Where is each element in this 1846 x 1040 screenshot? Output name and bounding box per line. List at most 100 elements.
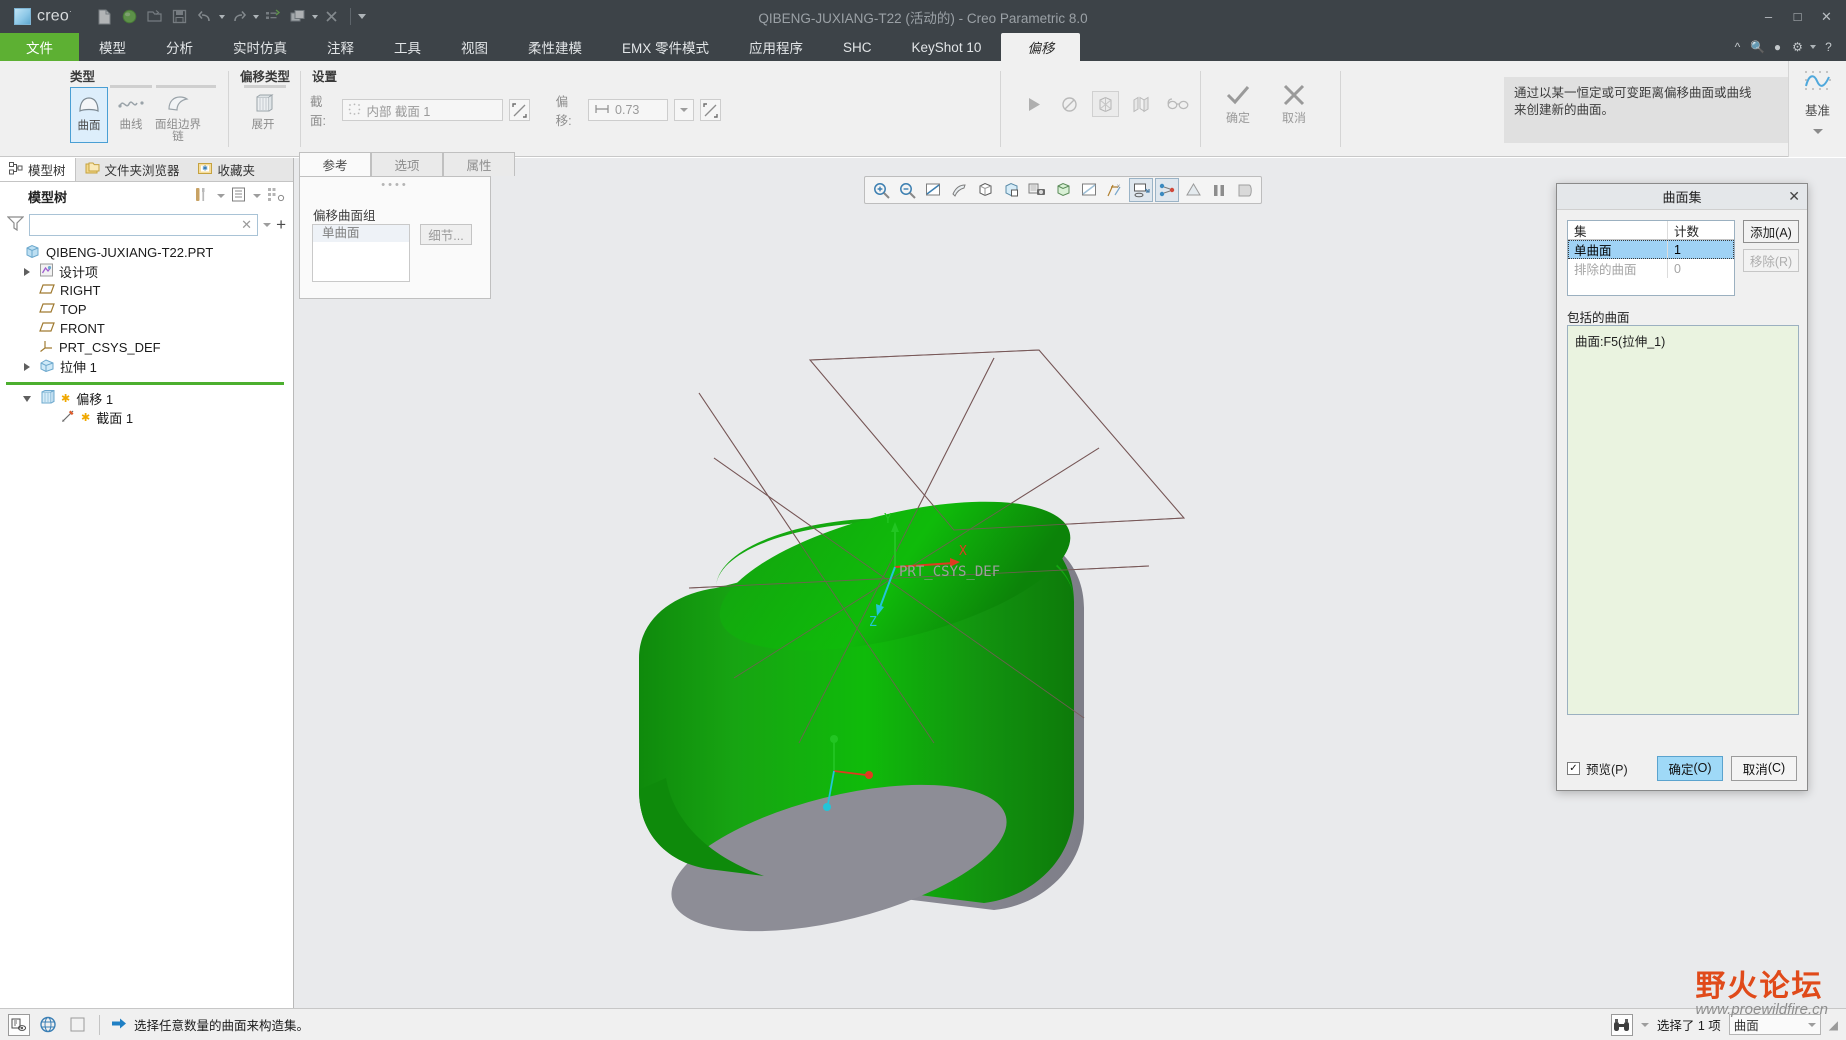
- included-surfaces-list[interactable]: 曲面:F5(拉伸_1): [1567, 325, 1799, 715]
- tab-tools[interactable]: 工具: [374, 33, 441, 61]
- dialog-ok-button[interactable]: 确定(O): [1657, 755, 1723, 781]
- model-tree-search-input[interactable]: ✕: [29, 214, 259, 236]
- repaint-icon[interactable]: [947, 178, 971, 202]
- no-preview-icon[interactable]: [1056, 91, 1083, 117]
- web-browser-icon[interactable]: [37, 1014, 59, 1036]
- tree-settings-icon[interactable]: [194, 187, 211, 206]
- display-style-icon[interactable]: [1051, 178, 1075, 202]
- add-button[interactable]: 添加(A): [1743, 220, 1799, 243]
- tree-expander[interactable]: [20, 267, 34, 276]
- dialog-cancel-button[interactable]: 取消(C): [1731, 755, 1797, 781]
- chevron-down-icon[interactable]: [1807, 1022, 1816, 1027]
- offset-type-item-expand[interactable]: 展开: [244, 87, 282, 131]
- add-filter-icon[interactable]: +: [276, 216, 286, 233]
- resume-icon[interactable]: [1233, 178, 1257, 202]
- redo-icon[interactable]: [228, 6, 250, 28]
- help-icon[interactable]: ?: [1821, 40, 1836, 55]
- flip-direction-icon[interactable]: [700, 99, 721, 121]
- maximize-icon[interactable]: □: [1784, 4, 1811, 30]
- binoculars-icon[interactable]: [1610, 1013, 1633, 1036]
- type-item-surface[interactable]: 曲面: [70, 87, 108, 143]
- blank-indicator-icon[interactable]: [66, 1014, 88, 1036]
- edit-sketch-icon[interactable]: [509, 99, 530, 121]
- filter-dropdown-icon[interactable]: [263, 223, 272, 227]
- edge-display-icon[interactable]: [1077, 178, 1101, 202]
- tab-model[interactable]: 模型: [79, 33, 146, 61]
- close-icon[interactable]: ✕: [1813, 4, 1840, 30]
- settings-icon[interactable]: ⚙: [1790, 40, 1805, 55]
- details-button[interactable]: 细节...: [420, 224, 472, 245]
- table-row[interactable]: 单曲面 1: [1568, 240, 1734, 259]
- tab-view[interactable]: 视图: [441, 33, 508, 61]
- tree-item-front-plane[interactable]: FRONT: [2, 319, 293, 338]
- tree-item-extrude-1[interactable]: 拉伸 1: [2, 357, 293, 376]
- nav-tab-model-tree[interactable]: 模型树: [0, 158, 76, 181]
- tree-item-offset-1[interactable]: ✱ 偏移 1: [2, 389, 293, 408]
- type-item-curve[interactable]: 曲线: [112, 87, 150, 143]
- tree-expander[interactable]: [20, 362, 34, 371]
- close-icon[interactable]: ✕: [1788, 188, 1800, 205]
- nav-tab-folder-browser[interactable]: 文件夹浏览器: [76, 158, 189, 181]
- tree-item-right-plane[interactable]: RIGHT: [2, 281, 293, 300]
- tree-settings-dropdown-icon[interactable]: [217, 194, 225, 198]
- reorient-icon[interactable]: [973, 178, 997, 202]
- cancel-button[interactable]: 取消: [1274, 83, 1314, 126]
- nav-tab-favorites[interactable]: ✱ 收藏夹: [189, 158, 265, 181]
- display-status-icon[interactable]: [8, 1013, 30, 1036]
- window-dropdown-icon[interactable]: [311, 14, 318, 19]
- tree-item-top-plane[interactable]: TOP: [2, 300, 293, 319]
- tab-analysis[interactable]: 分析: [146, 33, 213, 61]
- offset-surface-group-list[interactable]: 单曲面: [312, 224, 410, 282]
- tree-expander[interactable]: [20, 395, 34, 402]
- open-model-icon[interactable]: [119, 6, 141, 28]
- spin-center-icon[interactable]: [1181, 178, 1205, 202]
- tree-display-icon[interactable]: [231, 187, 247, 205]
- table-row[interactable]: 排除的曲面 0: [1568, 259, 1734, 278]
- camera-icon[interactable]: [1025, 178, 1049, 202]
- preview-checkbox[interactable]: ✓: [1567, 761, 1580, 775]
- search-icon[interactable]: 🔍: [1750, 40, 1765, 55]
- undo-icon[interactable]: [194, 6, 216, 28]
- resize-grip-icon[interactable]: ◢: [1829, 1018, 1838, 1032]
- glasses-preview-icon[interactable]: [1164, 91, 1191, 117]
- window-switch-icon[interactable]: [287, 6, 309, 28]
- tab-file[interactable]: 文件: [0, 33, 79, 61]
- play-preview-icon[interactable]: [1020, 91, 1047, 117]
- zoom-in-icon[interactable]: [869, 178, 893, 202]
- tab-shc[interactable]: SHC: [823, 33, 892, 61]
- tab-keyshot[interactable]: KeyShot 10: [892, 33, 1002, 61]
- tree-item-part[interactable]: QIBENG-JUXIANG-T22.PRT: [2, 243, 293, 262]
- minimize-ribbon-icon[interactable]: ^: [1730, 40, 1745, 55]
- search-filter-dropdown-icon[interactable]: [1640, 1022, 1649, 1027]
- tab-annotate[interactable]: 注释: [307, 33, 374, 61]
- undo-dropdown-icon[interactable]: [218, 14, 225, 19]
- regenerate-icon[interactable]: [262, 6, 284, 28]
- tab-applications[interactable]: 应用程序: [729, 33, 823, 61]
- offset-dropdown-icon[interactable]: [673, 99, 695, 121]
- shaded-preview-icon[interactable]: [1128, 91, 1155, 117]
- search-input-field[interactable]: [35, 218, 242, 232]
- type-item-quilt-boundary[interactable]: 面组边界链: [154, 87, 202, 143]
- saved-views-icon[interactable]: [999, 178, 1023, 202]
- list-item[interactable]: 单曲面: [313, 225, 409, 242]
- clear-search-icon[interactable]: ✕: [241, 217, 252, 233]
- tab-emx[interactable]: EMX 零件模式: [602, 33, 729, 61]
- new-file-icon[interactable]: [94, 6, 116, 28]
- list-item[interactable]: 曲面:F5(拉伸_1): [1575, 331, 1791, 350]
- close-window-icon[interactable]: [321, 6, 343, 28]
- dashboard-tab-references[interactable]: 参考: [299, 152, 371, 176]
- open-file-icon[interactable]: [144, 6, 166, 28]
- wireframe-preview-icon[interactable]: [1092, 91, 1119, 117]
- datum-side-button[interactable]: 基准: [1788, 61, 1846, 157]
- confirm-button[interactable]: 确定: [1218, 83, 1258, 126]
- redo-dropdown-icon[interactable]: [252, 14, 259, 19]
- save-icon[interactable]: [169, 6, 191, 28]
- dashboard-tab-properties[interactable]: 属性: [443, 152, 515, 176]
- dashboard-tab-options[interactable]: 选项: [371, 152, 443, 176]
- sets-table[interactable]: 集 计数 单曲面 1 排除的曲面 0: [1567, 220, 1735, 296]
- tab-flexible-modeling[interactable]: 柔性建模: [508, 33, 602, 61]
- chevron-down-icon[interactable]: [1810, 45, 1816, 49]
- qat-overflow-icon[interactable]: [357, 14, 366, 19]
- minimize-icon[interactable]: ‒: [1755, 4, 1782, 30]
- dashboard-drag-handle[interactable]: ••••: [300, 177, 490, 191]
